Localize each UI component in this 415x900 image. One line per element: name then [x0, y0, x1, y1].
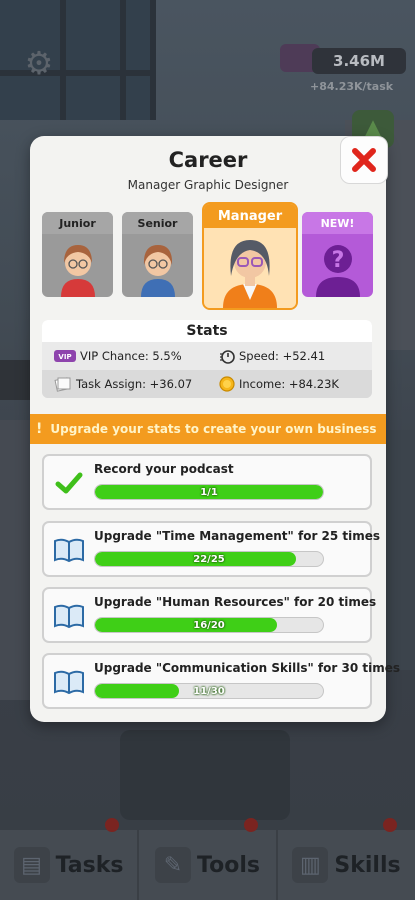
task-label: Upgrade "Human Resources" for 20 times	[94, 595, 377, 609]
card-label: Junior	[42, 212, 113, 234]
money-amount: 3.46M	[312, 48, 406, 74]
progress-text: 11/30	[193, 685, 225, 697]
book-icon	[52, 667, 86, 697]
progress-text: 1/1	[200, 486, 218, 498]
check-icon	[52, 468, 86, 498]
career-dialog: Career Manager Graphic Designer Junior S…	[30, 136, 400, 722]
chair	[120, 730, 290, 820]
book-icon: ▥	[292, 847, 329, 883]
task-label: Record your podcast	[94, 462, 234, 476]
income-rate: +84.23K/task	[310, 80, 394, 93]
money-display: 3.46M +84.23K/task	[278, 38, 408, 98]
card-label: Manager	[204, 204, 296, 228]
tools-icon: ✎	[155, 847, 192, 883]
tab-label: Tasks	[55, 852, 124, 878]
progress-text: 22/25	[193, 553, 225, 565]
task-progress-bar: 1/1	[94, 484, 324, 500]
book-icon	[52, 535, 86, 565]
stat-vip-chance: VIP VIP Chance: 5.5%	[42, 349, 207, 363]
task-progress-bar: 16/20	[94, 617, 324, 633]
task-label: Upgrade "Time Management" for 25 times	[94, 529, 381, 543]
card-label: Senior	[122, 212, 193, 234]
mystery-avatar-icon: ?	[302, 234, 373, 297]
stats-title: Stats	[42, 320, 372, 342]
task-item: Upgrade "Time Management" for 25 times 2…	[42, 521, 380, 577]
tab-tasks[interactable]: ▤ Tasks	[0, 818, 139, 900]
career-card-senior[interactable]: Senior	[122, 212, 193, 297]
banner-text: Upgrade your stats to create your own bu…	[50, 422, 377, 436]
tab-label: Skills	[334, 852, 401, 878]
career-card-manager[interactable]: Manager	[202, 202, 298, 310]
dialog-title: Career	[168, 148, 248, 172]
paper-stack-icon	[54, 376, 72, 392]
tab-label: Tools	[197, 852, 260, 878]
task-progress-bar: 11/30	[94, 683, 324, 699]
newspaper-icon: ▤	[13, 847, 50, 883]
notification-dot	[244, 818, 258, 832]
tab-skills[interactable]: ▥ Skills	[278, 818, 415, 900]
settings-gear-icon[interactable]: ⚙	[22, 44, 56, 82]
goal-banner: ! Upgrade your stats to create your own …	[30, 414, 386, 444]
stopwatch-icon	[219, 348, 235, 364]
stat-speed: Speed: +52.41	[207, 348, 372, 364]
svg-text:VIP: VIP	[58, 353, 71, 361]
stat-income: Income: +84.23K	[207, 376, 372, 392]
tab-tools[interactable]: ✎ Tools	[139, 818, 278, 900]
svg-text:?: ?	[331, 248, 344, 273]
task-item: Upgrade "Human Resources" for 20 times 1…	[42, 587, 376, 643]
dialog-subtitle: Manager Graphic Designer	[127, 178, 289, 192]
task-item: Upgrade "Communication Skills" for 30 ti…	[42, 653, 400, 709]
avatar	[42, 234, 113, 297]
card-label: NEW!	[302, 212, 373, 234]
book-icon	[52, 601, 86, 631]
career-card-junior[interactable]: Junior	[42, 212, 113, 297]
task-item: Record your podcast 1/1	[42, 454, 372, 510]
progress-text: 16/20	[193, 619, 225, 631]
career-card-next-locked[interactable]: NEW! ?	[302, 212, 373, 297]
coin-icon	[219, 376, 235, 392]
stat-task-assign: Task Assign: +36.07	[42, 376, 207, 392]
warning-icon: !	[36, 421, 43, 437]
bottom-tab-bar: ▤ Tasks ✎ Tools ▥ Skills	[0, 818, 415, 900]
avatar	[122, 234, 193, 297]
task-label: Upgrade "Communication Skills" for 30 ti…	[94, 661, 400, 675]
vip-icon: VIP	[54, 350, 76, 362]
stats-panel: Stats VIP VIP Chance: 5.5% Speed: +52.41	[42, 320, 372, 398]
notification-dot	[105, 818, 119, 832]
notification-dot	[383, 818, 397, 832]
task-progress-bar: 22/25	[94, 551, 324, 567]
avatar	[204, 228, 296, 308]
